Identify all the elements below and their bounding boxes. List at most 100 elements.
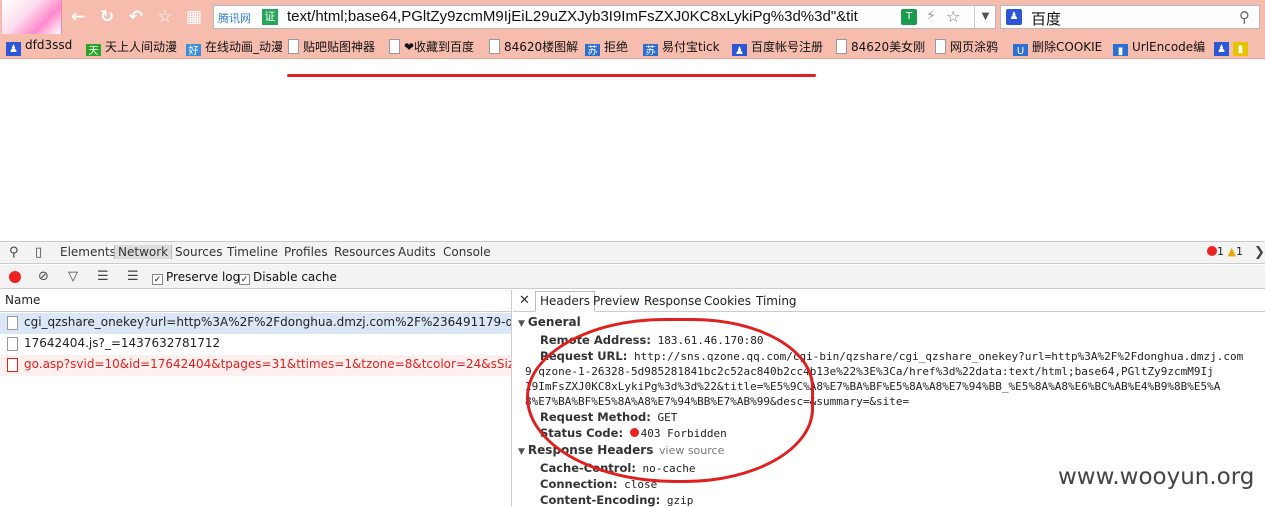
file-icon <box>7 337 18 351</box>
bookmark-label: dfd3ssd <box>25 38 73 52</box>
bookmark-item[interactable]: 天天上人间动漫 <box>86 38 177 56</box>
bookmarks-bar: ♟ dfd3ssd 天天上人间动漫好在线动画_动漫 贴吧贴图神器 ❤收藏到百度 84620… <box>0 34 1265 59</box>
request-row[interactable]: go.asp?svid=10&id=17642404&tpages=31&tti… <box>0 355 511 376</box>
bookmark-label: 百度帐号注册 <box>751 40 824 54</box>
paw-icon: ♟ <box>1006 9 1022 25</box>
undo-icon[interactable]: ↶ <box>126 7 146 27</box>
dock-icon[interactable]: ❯ <box>1254 245 1265 260</box>
error-icon <box>1207 246 1217 256</box>
annotation-underline <box>287 74 816 77</box>
search-engine-label[interactable]: 百度 <box>1031 8 1061 29</box>
close-icon[interactable]: ✕ <box>519 293 530 308</box>
tab-resources[interactable]: Resources <box>334 245 395 259</box>
request-list: Name cgi_qzshare_onekey?url=http%3A%2F%2… <box>0 290 512 507</box>
bookmark-label: 拒绝 <box>604 40 629 54</box>
list-view-icon[interactable]: ☰ <box>97 269 109 284</box>
shield-icon[interactable]: T <box>901 9 917 25</box>
bookmark-item[interactable]: 苏易付宝tick <box>643 38 720 56</box>
clear-icon[interactable]: ⊘ <box>38 269 49 284</box>
request-name: 17642404.js?_=1437632781712 <box>24 336 221 350</box>
tab-audits[interactable]: Audits <box>398 245 436 259</box>
chevron-down-icon[interactable]: ▼ <box>974 6 996 28</box>
bookmark-item[interactable]: U 删除COOKIE <box>1013 38 1102 56</box>
bookmark-star-icon[interactable]: ☆ <box>946 7 960 26</box>
url-text[interactable]: text/html;base64,PGltZy9zcmM9IjEiL29uZXJ… <box>287 8 899 25</box>
request-row[interactable]: 17642404.js?_=1437632781712 <box>0 334 511 355</box>
star-icon[interactable]: ☆ <box>155 7 175 27</box>
bookmark-label: 天上人间动漫 <box>105 40 178 54</box>
request-row[interactable]: cgi_qzshare_onekey?url=http%3A%2F%2Fdong… <box>0 313 511 334</box>
su-icon: 苏 <box>643 44 658 56</box>
site-label: 腾讯网 <box>218 12 251 25</box>
avatar[interactable] <box>2 0 62 34</box>
page-icon <box>935 39 946 54</box>
apps-grid-icon[interactable]: ▦ <box>184 7 204 27</box>
browser-toolbar: ← ↻ ↶ ☆ ▦ 腾讯网 证 text/html;base64,PGltZy9… <box>0 0 1265 34</box>
haoting-icon: 好 <box>186 44 201 56</box>
checkbox-icon: ✓ <box>239 274 250 285</box>
name-column-header[interactable]: Name <box>0 290 511 312</box>
overview-icon[interactable]: ☰ <box>127 269 139 284</box>
tab-response[interactable]: Response <box>644 294 702 308</box>
device-icon[interactable]: ▯ <box>35 245 42 260</box>
back-arrow-icon[interactable]: ← <box>68 7 88 27</box>
record-icon[interactable] <box>9 271 21 283</box>
bookmark-item[interactable]: ♟ dfd3ssd <box>6 38 72 56</box>
bookmark-label: 易付宝tick <box>662 40 720 54</box>
request-name: go.asp?svid=10&id=17642404&tpages=31&tti… <box>24 357 511 371</box>
su-icon: 苏 <box>585 44 600 56</box>
checkbox-icon: ✓ <box>152 274 163 285</box>
network-toolbar: ⊘ ▽ ☰ ☰ ✓ Preserve log ✓ Disable cache <box>0 265 1265 289</box>
bookmark-item[interactable]: ❤收藏到百度 <box>389 38 474 56</box>
tab-sources[interactable]: Sources <box>175 245 222 259</box>
lightning-icon[interactable]: ⚡ <box>926 8 936 24</box>
tab-cookies[interactable]: Cookies <box>704 294 751 308</box>
bookmark-label: UrlEncode编 <box>1132 40 1206 54</box>
error-warning-counter[interactable]: 1 ▲1 <box>1207 245 1243 258</box>
bookmark-label: ❤收藏到百度 <box>404 40 475 54</box>
file-icon <box>7 358 18 372</box>
page-icon <box>389 39 400 54</box>
shield-icon: U <box>1013 44 1028 56</box>
address-bar[interactable]: 腾讯网 证 text/html;base64,PGltZy9zcmM9IjEiL… <box>213 5 996 29</box>
search-icon[interactable]: ⚲ <box>9 245 19 260</box>
filter-icon[interactable]: ▽ <box>68 269 78 284</box>
content-encoding-row: Content-Encoding: gzip <box>540 493 694 507</box>
tab-profiles[interactable]: Profiles <box>284 245 328 259</box>
tab-network[interactable]: Network <box>114 245 173 259</box>
search-box[interactable]: ♟ 百度 ⚲ <box>1000 5 1260 29</box>
search-icon[interactable]: ⚲ <box>1239 8 1250 26</box>
request-name: cgi_qzshare_onekey?url=http%3A%2F%2Fdong… <box>24 315 511 329</box>
bookmark-item[interactable]: 苏拒绝 <box>585 38 628 56</box>
warning-count: 1 <box>1235 245 1243 258</box>
bookmark-label: 在线动画_动漫 <box>205 40 282 54</box>
bookmark-item[interactable]: 贴吧贴图神器 <box>288 38 375 56</box>
detail-tab-bar: ✕ Headers Preview Response Cookies Timin… <box>513 290 1265 312</box>
tab-timing[interactable]: Timing <box>756 294 797 308</box>
bookmark-item[interactable]: ▮ UrlEncode编 <box>1113 38 1205 56</box>
error-count: 1 <box>1217 245 1224 258</box>
bookmark-item[interactable]: 84620美女刚 <box>836 38 925 56</box>
tab-timeline[interactable]: Timeline <box>227 245 278 259</box>
disable-cache-checkbox[interactable]: ✓ Disable cache <box>239 270 337 285</box>
bookmark-item[interactable]: 网页涂鸦 <box>935 38 998 56</box>
more-bookmarks-icon[interactable]: ♟ ▮ <box>1214 38 1252 56</box>
paw-icon: ♟ <box>6 42 21 56</box>
certificate-badge-icon[interactable]: 证 <box>262 9 278 25</box>
bookmark-item[interactable]: 84620楼图解 <box>489 38 578 56</box>
tab-headers[interactable]: Headers <box>535 291 595 312</box>
tab-console[interactable]: Console <box>443 245 491 259</box>
watermark: www.wooyun.org <box>1058 464 1255 490</box>
bookmark-item[interactable]: 好在线动画_动漫 <box>186 38 282 56</box>
tab-elements[interactable]: Elements <box>60 245 116 259</box>
warning-icon: ▲ <box>1227 245 1236 258</box>
general-section-header[interactable]: ▼ General <box>518 315 581 329</box>
file-icon <box>7 316 18 330</box>
bookmark-label: 删除COOKIE <box>1032 40 1103 54</box>
tab-preview[interactable]: Preview <box>593 294 640 308</box>
preserve-log-checkbox[interactable]: ✓ Preserve log <box>152 270 240 285</box>
bookmark-item[interactable]: ♟ 百度帐号注册 <box>732 38 823 56</box>
refresh-icon[interactable]: ↻ <box>97 7 117 27</box>
collapse-triangle-icon: ▼ <box>518 447 525 457</box>
page-icon <box>288 39 299 54</box>
